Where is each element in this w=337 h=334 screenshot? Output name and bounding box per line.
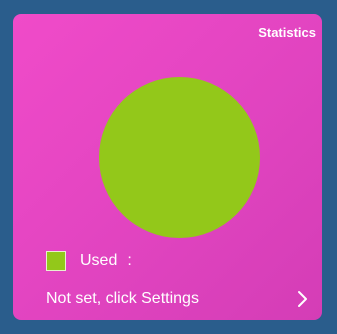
pie-chart-svg xyxy=(99,77,260,238)
legend-separator: : xyxy=(127,252,132,269)
statistics-card: Statistics Used : Not set, click Setting… xyxy=(13,14,322,320)
usage-pie-chart xyxy=(98,76,261,239)
legend-item-used: Used : xyxy=(46,250,132,272)
chevron-right-icon xyxy=(296,290,310,308)
legend-swatch xyxy=(46,251,66,271)
card-title: Statistics xyxy=(258,25,316,40)
settings-link[interactable]: Not set, click Settings xyxy=(13,284,322,314)
legend-label: Used xyxy=(80,252,118,269)
pie-slice-used xyxy=(99,77,260,238)
settings-link-text: Not set, click Settings xyxy=(46,290,199,307)
